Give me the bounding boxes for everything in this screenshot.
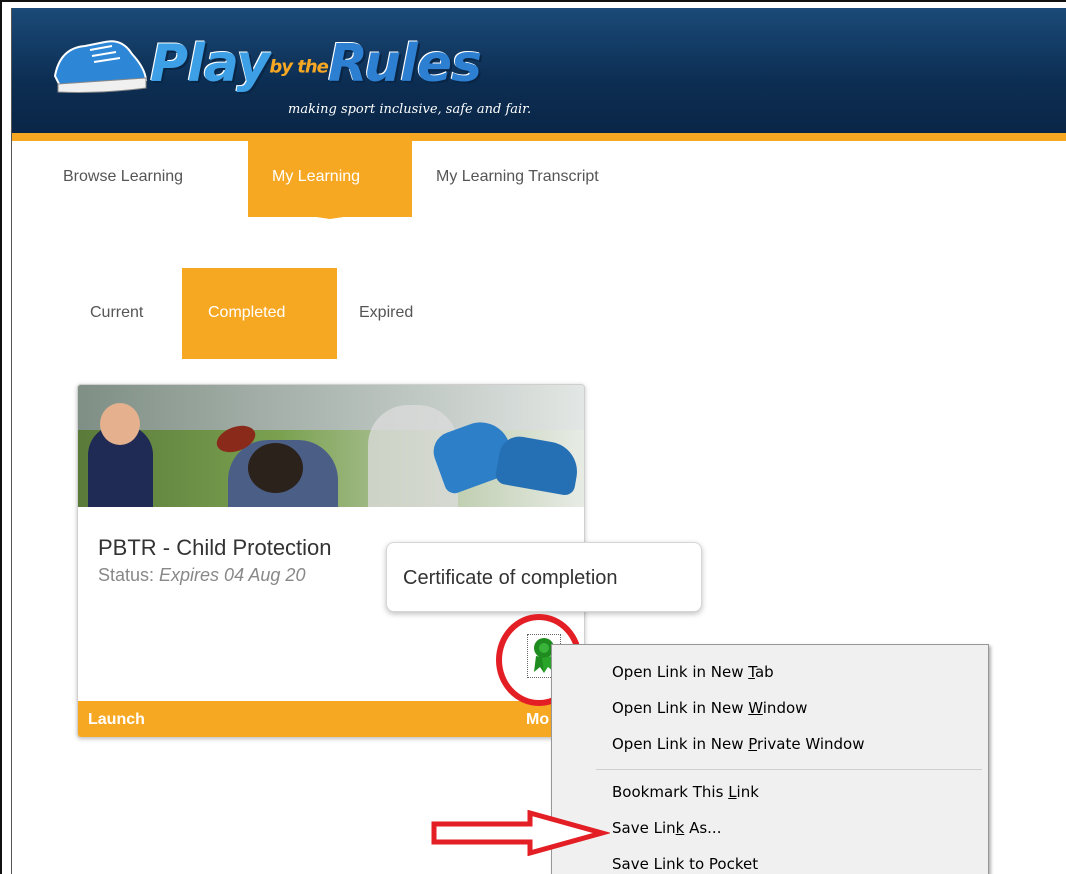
nav-active-notch — [248, 207, 412, 219]
banner-figure — [248, 443, 303, 493]
nav-my-learning-transcript[interactable]: My Learning Transcript — [436, 168, 599, 186]
nav-browse-learning[interactable]: Browse Learning — [63, 168, 183, 186]
subtab-current[interactable]: Current — [90, 304, 143, 322]
sneaker-logo-icon — [53, 40, 148, 93]
course-banner-image — [78, 385, 584, 507]
banner-figure — [100, 403, 140, 445]
context-menu: Open Link in New Tab Open Link in New Wi… — [551, 644, 989, 874]
banner-background — [78, 385, 584, 430]
course-status: Status: Expires 04 Aug 20 — [98, 565, 305, 586]
more-button[interactable]: Mo — [526, 711, 549, 729]
launch-button[interactable]: Launch — [88, 711, 145, 729]
subtab-completed[interactable]: Completed — [208, 304, 285, 322]
menu-open-new-private-window[interactable]: Open Link in New Private Window — [612, 735, 864, 753]
browser-viewport: Playby theRules making sport inclusive, … — [0, 0, 1066, 874]
menu-bookmark-link[interactable]: Bookmark This Link — [612, 783, 759, 801]
course-title[interactable]: PBTR - Child Protection — [98, 535, 332, 561]
site-logo[interactable]: Playby theRules making sport inclusive, … — [50, 22, 540, 132]
menu-open-new-window[interactable]: Open Link in New Window — [612, 699, 807, 717]
nav-my-learning[interactable]: My Learning — [272, 168, 360, 186]
banner-sneaker — [494, 433, 582, 497]
tooltip: Certificate of completion — [386, 542, 702, 612]
logo-play: Play — [150, 34, 270, 94]
logo-wordmark: Playby theRules — [150, 34, 482, 94]
course-status-value: Expires 04 Aug 20 — [159, 565, 306, 585]
course-status-label: Status: — [98, 565, 160, 585]
menu-save-link-as[interactable]: Save Link As... — [612, 819, 721, 837]
logo-rules: Rules — [327, 34, 482, 94]
tooltip-text: Certificate of completion — [403, 567, 618, 589]
menu-save-link-to-pocket[interactable]: Save Link to Pocket — [612, 855, 758, 873]
subtab-expired[interactable]: Expired — [359, 304, 413, 322]
logo-by: by the — [269, 56, 329, 78]
right-arrow-icon — [431, 810, 610, 856]
course-card-footer: Launch Mo — [78, 701, 584, 737]
menu-open-new-tab[interactable]: Open Link in New Tab — [612, 663, 774, 681]
logo-tagline: making sport inclusive, safe and fair. — [288, 102, 532, 117]
header-accent-strip — [12, 133, 1066, 141]
menu-separator — [596, 769, 982, 770]
